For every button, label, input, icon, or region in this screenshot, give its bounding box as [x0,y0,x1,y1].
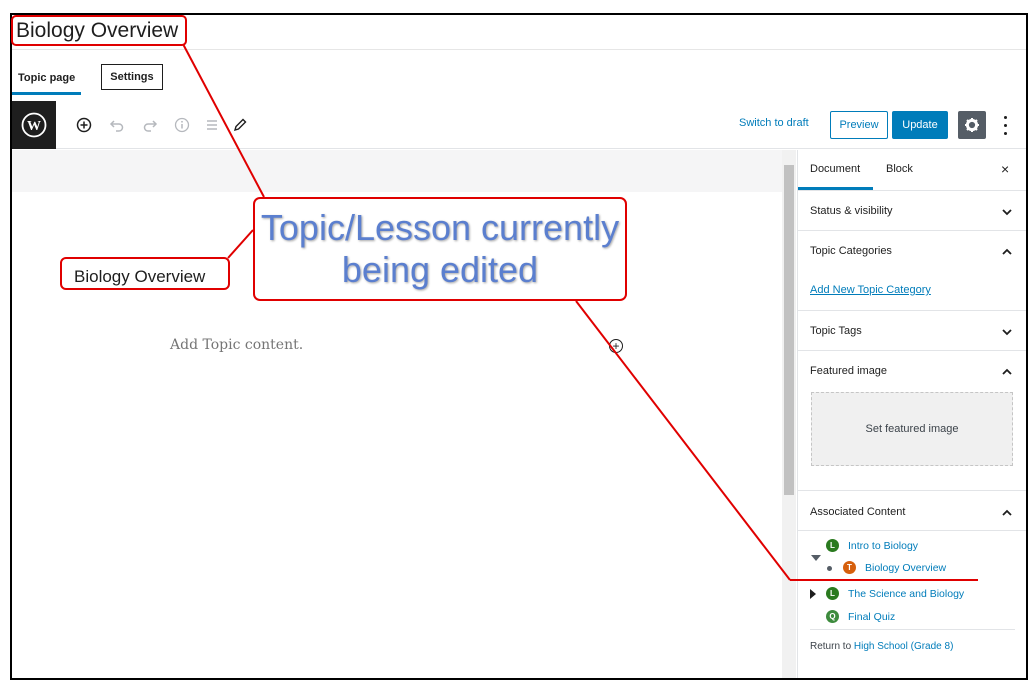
chevron-down-icon [1001,325,1013,337]
return-course-link[interactable]: High School (Grade 8) [854,641,954,652]
panel-label[interactable]: Associated Content [810,506,905,518]
bullet-dot-icon [827,566,832,571]
annotation-title-highlight [11,15,187,46]
panel-associated-content: Associated Content [798,491,1026,531]
gear-icon [965,118,979,132]
set-featured-image-button[interactable]: Set featured image [811,392,1013,466]
chevron-up-icon[interactable] [1001,245,1013,257]
add-new-category-link[interactable]: Add New Topic Category [810,284,931,296]
annotation-post-title-highlight [60,257,230,290]
more-vertical-icon[interactable] [998,113,1012,137]
divider [12,49,1026,50]
expanded-triangle-icon[interactable] [811,555,821,561]
page-tabs: Topic page Settings [12,61,163,95]
panel-topic-categories: Topic Categories [798,231,1026,311]
sidebar-tabs: Document Block × [798,150,1026,191]
panel-topic-tags[interactable]: Topic Tags [798,311,1026,351]
panel-label: Status & visibility [810,205,893,217]
sidebar-tab-document[interactable]: Document [810,163,860,175]
lesson-badge-icon: L [826,587,839,600]
list-item[interactable]: L The Science and Biology [826,587,964,600]
settings-toggle-button[interactable] [958,111,986,139]
panel-status-visibility[interactable]: Status & visibility [798,191,1026,231]
tab-settings[interactable]: Settings [101,64,163,90]
list-item[interactable]: L Intro to Biology [826,539,918,552]
undo-icon[interactable] [107,115,127,135]
chevron-up-icon[interactable] [1001,506,1013,518]
topic-badge-icon: T [843,561,856,574]
list-view-icon[interactable] [202,115,222,135]
redo-icon[interactable] [140,115,160,135]
tab-topic-page[interactable]: Topic page [12,66,82,95]
inline-add-block-icon[interactable]: + [609,339,623,353]
callout-line-2: being edited [341,249,539,290]
switch-to-draft-link[interactable]: Switch to draft [739,117,809,129]
list-item[interactable]: Q Final Quiz [826,610,895,623]
svg-text:W: W [27,119,41,134]
list-item-label: Final Quiz [848,610,896,623]
close-icon[interactable]: × [1001,161,1009,177]
settings-sidebar: Document Block × Status & visibility Top… [797,150,1026,678]
chevron-up-icon[interactable] [1001,365,1013,377]
list-item-label: Intro to Biology [848,539,919,552]
preview-button[interactable]: Preview [830,111,888,139]
return-to-course: Return to High School (Grade 8) [810,641,953,652]
wordpress-icon[interactable]: W [12,101,56,149]
chevron-down-icon [1001,205,1013,217]
annotation-callout: Topic/Lesson currently being edited [253,197,627,301]
editor-window: Biology Overview Topic page Settings W S… [10,13,1028,680]
quiz-badge-icon: Q [826,610,839,623]
panel-label[interactable]: Topic Categories [810,245,892,257]
editor-top-strip [12,150,782,192]
panel-label[interactable]: Featured image [810,365,887,377]
update-button[interactable]: Update [892,111,948,139]
collapsed-triangle-icon[interactable] [810,589,816,599]
lesson-badge-icon: L [826,539,839,552]
sidebar-tab-block[interactable]: Block [886,163,913,175]
editor-scrollbar-thumb[interactable] [784,165,794,495]
list-item-current[interactable]: T Biology Overview [843,561,946,574]
active-tab-indicator [798,187,873,190]
info-icon[interactable] [172,115,192,135]
panel-label: Topic Tags [810,325,862,337]
list-item-label: The Science and Biology [848,587,965,600]
pencil-icon[interactable] [230,115,250,135]
editor-toolbar: W Switch to draft Preview Update [12,101,1026,149]
content-placeholder[interactable]: Add Topic content. [170,337,303,353]
list-item-label: Biology Overview [865,561,947,574]
callout-line-1: Topic/Lesson currently [260,206,620,248]
add-block-icon[interactable] [74,115,94,135]
return-prefix: Return to [810,641,852,652]
divider [810,629,1015,630]
